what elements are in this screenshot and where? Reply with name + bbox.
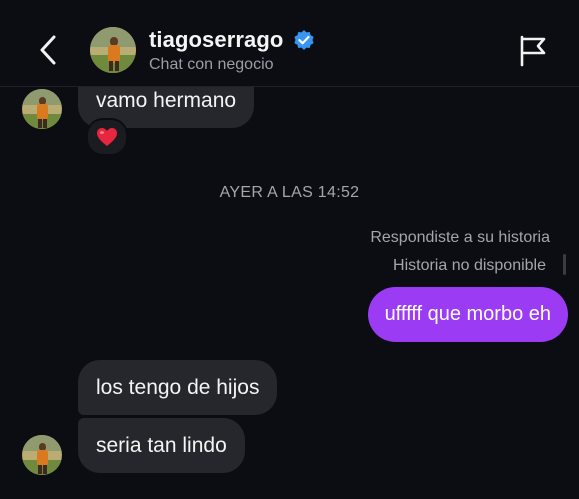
chat-subtitle: Chat con negocio [149, 56, 274, 73]
story-reply-bar [563, 254, 566, 275]
message-text: vamo hermano [96, 89, 237, 112]
verified-badge-icon [294, 30, 314, 50]
chevron-left-icon[interactable] [34, 33, 64, 67]
message-text: ufffff que morbo eh [384, 303, 551, 325]
message-text: los tengo de hijos [96, 376, 260, 399]
story-reply-note: Respondiste a su historia [370, 229, 550, 246]
timestamp-divider: AYER A LAS 14:52 [219, 184, 360, 201]
outgoing-message-bubble[interactable]: ufffff que morbo eh [367, 287, 568, 342]
profile-avatar[interactable] [90, 27, 136, 73]
heart-icon [97, 128, 117, 146]
sender-avatar[interactable] [22, 89, 62, 129]
story-unavailable-label: Historia no disponible [393, 257, 546, 274]
message-text: seria tan lindo [96, 434, 227, 457]
username[interactable]: tiagoserrago [149, 27, 283, 53]
sender-avatar[interactable] [22, 435, 62, 475]
message-bubble[interactable]: los tengo de hijos [78, 360, 278, 415]
heart-reaction[interactable] [86, 118, 128, 156]
message-bubble[interactable]: seria tan lindo [78, 418, 245, 473]
flag-icon[interactable] [516, 34, 550, 68]
chat-header: tiagoserrago Chat con negocio [0, 0, 579, 87]
